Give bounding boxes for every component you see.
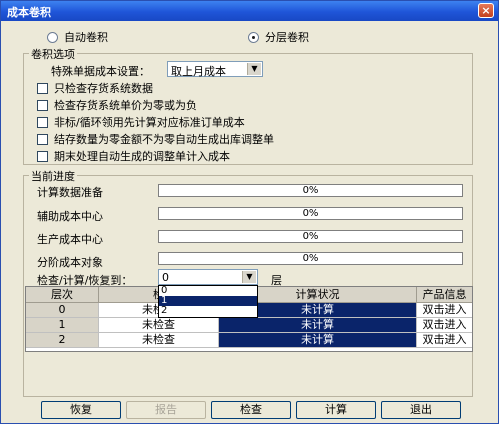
checkbox-label: 只检查存货系统数据: [54, 82, 153, 95]
checkbox-box[interactable]: [37, 116, 48, 128]
checkbox-zero-qty-adjust[interactable]: 结存数量为零金额不为零自动生成出库调整单: [37, 131, 274, 147]
rollup-options-legend: 卷积选项: [29, 46, 77, 62]
checkbox-label: 结存数量为零金额不为零自动生成出库调整单: [54, 133, 274, 146]
table-cell-info[interactable]: 双击进入: [417, 318, 472, 333]
table-row-level: 0: [26, 303, 99, 318]
table-row-level: 1: [26, 318, 99, 333]
table-cell-info[interactable]: 双击进入: [417, 333, 472, 348]
chevron-down-icon[interactable]: ▼: [247, 63, 261, 75]
progress-label-production: 生产成本中心: [37, 233, 103, 246]
cost-rollup-dialog: 成本卷积 × 自动卷积 分层卷积 卷积选项 特殊单据成本设置： 取上月成本 ▼ …: [0, 0, 499, 424]
progress-bar-staged: 0%: [158, 252, 463, 265]
exit-button[interactable]: 退出: [381, 401, 461, 419]
checkbox-label: 检查存货系统单价为零或为负: [54, 99, 197, 112]
level-option[interactable]: 0: [159, 286, 257, 296]
progress-bar-prep: 0%: [158, 184, 463, 197]
auto-rollup-radio[interactable]: 自动卷积: [47, 29, 108, 45]
auto-rollup-label: 自动卷积: [64, 31, 108, 44]
checkbox-box[interactable]: [37, 150, 48, 162]
level-select-value: 0: [162, 271, 169, 284]
checkbox-box[interactable]: [37, 82, 48, 94]
checkbox-box[interactable]: [37, 99, 48, 111]
layered-rollup-radio[interactable]: 分层卷积: [248, 29, 309, 45]
title-bar[interactable]: 成本卷积 ×: [1, 1, 498, 21]
level-dropdown-list[interactable]: 0 1 2: [158, 285, 258, 318]
level-option[interactable]: 2: [159, 306, 257, 316]
close-button[interactable]: ×: [478, 3, 494, 18]
progress-label-aux: 辅助成本中心: [37, 210, 103, 223]
check-button[interactable]: 检查: [211, 401, 291, 419]
window-title: 成本卷积: [7, 6, 51, 19]
checkbox-label: 非标/循环领用先计算对应标准订单成本: [54, 116, 245, 129]
progress-bar-aux: 0%: [158, 207, 463, 220]
compute-button[interactable]: 计算: [296, 401, 376, 419]
progress-label-prep: 计算数据准备: [37, 186, 103, 199]
progress-bar-production: 0%: [158, 230, 463, 243]
column-header-info: 产品信息: [417, 287, 472, 303]
chevron-down-icon[interactable]: ▼: [242, 271, 256, 283]
table-row-level: 2: [26, 333, 99, 348]
restore-button[interactable]: 恢复: [41, 401, 121, 419]
table-cell-calc[interactable]: 未计算: [219, 318, 417, 333]
layered-rollup-label: 分层卷积: [265, 31, 309, 44]
radio-dot-selected[interactable]: [248, 31, 259, 43]
checkbox-period-end-adjust[interactable]: 期末处理自动生成的调整单计入成本: [37, 148, 230, 164]
table-cell-info[interactable]: 双击进入: [417, 303, 472, 318]
table-cell-check[interactable]: 未检查: [99, 333, 219, 348]
special-price-label: 特殊单据成本设置：: [51, 65, 150, 78]
table-cell-check[interactable]: 未检查: [99, 318, 219, 333]
radio-dot[interactable]: [47, 31, 58, 43]
level-select[interactable]: 0 ▼: [158, 269, 258, 285]
report-button[interactable]: 报告: [126, 401, 206, 419]
checkbox-check-unit-price[interactable]: 检查存货系统单价为零或为负: [37, 97, 197, 113]
table-cell-calc[interactable]: 未计算: [219, 333, 417, 348]
special-price-value: 取上月成本: [171, 65, 226, 78]
current-progress-legend: 当前进度: [29, 168, 77, 184]
special-price-select[interactable]: 取上月成本 ▼: [167, 61, 263, 78]
progress-label-staged: 分阶成本对象: [37, 256, 103, 269]
checkbox-nonstandard-cycle[interactable]: 非标/循环领用先计算对应标准订单成本: [37, 114, 245, 130]
level-option-highlighted[interactable]: 1: [159, 296, 257, 306]
column-header-level: 层次: [26, 287, 99, 303]
checkbox-box[interactable]: [37, 133, 48, 145]
checkbox-label: 期末处理自动生成的调整单计入成本: [54, 150, 230, 163]
checkbox-only-inventory[interactable]: 只检查存货系统数据: [37, 80, 153, 96]
